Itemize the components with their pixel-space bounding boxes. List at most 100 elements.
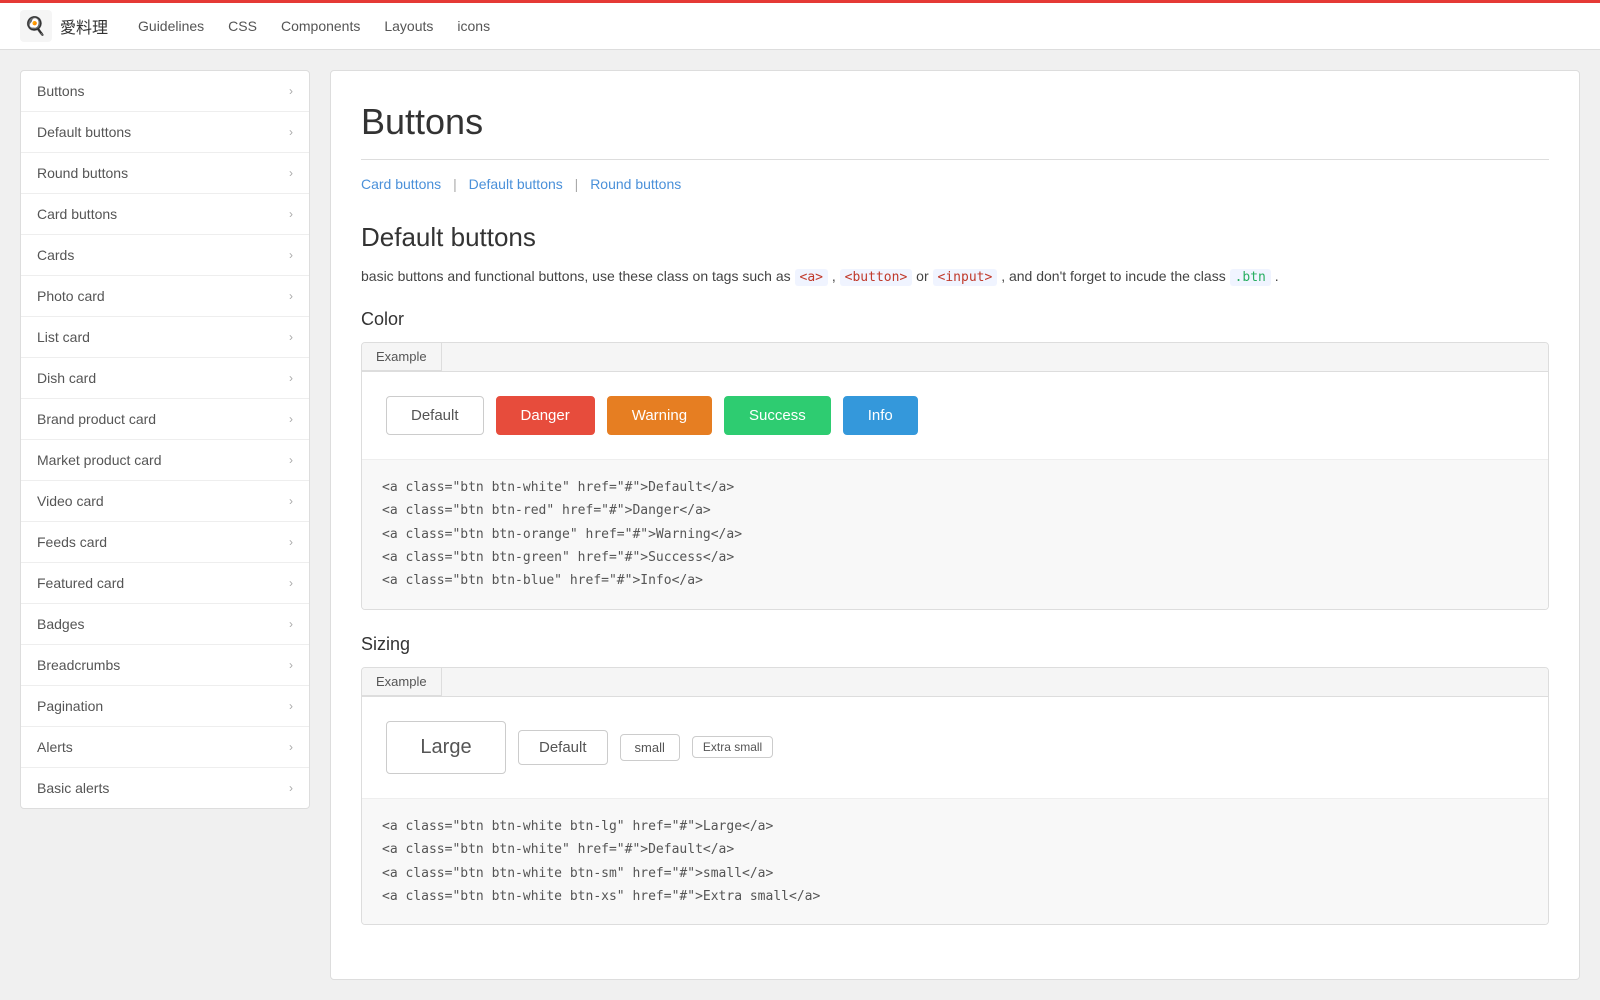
chevron-icon-3: › bbox=[289, 207, 293, 221]
chevron-icon-10: › bbox=[289, 494, 293, 508]
sidebar-label-list-card: List card bbox=[37, 329, 90, 345]
sidebar-label-featured-card: Featured card bbox=[37, 575, 124, 591]
chevron-icon-14: › bbox=[289, 658, 293, 672]
sidebar-label-badges: Badges bbox=[37, 616, 84, 632]
topnav: 🍳 愛料理 Guidelines CSS Components Layouts … bbox=[0, 0, 1600, 50]
sidebar-label-brand-product-card: Brand product card bbox=[37, 411, 156, 427]
chevron-icon-2: › bbox=[289, 166, 293, 180]
sidebar-item-default-buttons[interactable]: Default buttons › bbox=[21, 112, 309, 153]
nav-layouts[interactable]: Layouts bbox=[384, 18, 433, 34]
sidebar-item-market-product-card[interactable]: Market product card › bbox=[21, 440, 309, 481]
nav-css[interactable]: CSS bbox=[228, 18, 257, 34]
sidebar: Buttons › Default buttons › Round button… bbox=[20, 70, 310, 809]
color-heading: Color bbox=[361, 309, 1549, 330]
chevron-icon-4: › bbox=[289, 248, 293, 262]
color-example-tab-row: Example bbox=[362, 343, 1548, 372]
sidebar-item-dish-card[interactable]: Dish card › bbox=[21, 358, 309, 399]
desc-code-a: <a> bbox=[795, 269, 828, 286]
desc-text-1: basic buttons and functional buttons, us… bbox=[361, 268, 795, 284]
sizing-example-tab: Example bbox=[362, 668, 442, 696]
sidebar-item-cards[interactable]: Cards › bbox=[21, 235, 309, 276]
breadcrumb-links: Card buttons | Default buttons | Round b… bbox=[361, 176, 1549, 192]
logo-text: 愛料理 bbox=[60, 14, 108, 38]
btn-large[interactable]: Large bbox=[386, 721, 506, 774]
sizing-example-box: Example Large Default small Extra small … bbox=[361, 667, 1549, 926]
code-line-1: <a class="btn btn-red" href="#">Danger</… bbox=[382, 499, 1528, 522]
sidebar-label-basic-alerts: Basic alerts bbox=[37, 780, 109, 796]
sidebar-item-badges[interactable]: Badges › bbox=[21, 604, 309, 645]
nav-guidelines[interactable]: Guidelines bbox=[138, 18, 204, 34]
chevron-icon-6: › bbox=[289, 330, 293, 344]
sidebar-item-buttons[interactable]: Buttons › bbox=[21, 71, 309, 112]
desc-code-button: <button> bbox=[840, 269, 913, 286]
chevron-icon-5: › bbox=[289, 289, 293, 303]
code-line-2: <a class="btn btn-orange" href="#">Warni… bbox=[382, 523, 1528, 546]
chevron-icon-12: › bbox=[289, 576, 293, 590]
logo-icon: 🍳 bbox=[20, 10, 52, 42]
sidebar-item-breadcrumbs[interactable]: Breadcrumbs › bbox=[21, 645, 309, 686]
chevron-icon-11: › bbox=[289, 535, 293, 549]
breadcrumb-card-buttons[interactable]: Card buttons bbox=[361, 176, 441, 192]
sizing-example-tab-row: Example bbox=[362, 668, 1548, 697]
svg-text:🍳: 🍳 bbox=[24, 15, 46, 37]
sz-code-line-3: <a class="btn btn-white btn-xs" href="#"… bbox=[382, 885, 1528, 908]
breadcrumb-sep-2: | bbox=[575, 176, 579, 192]
sidebar-label-default-buttons: Default buttons bbox=[37, 124, 131, 140]
chevron-icon-9: › bbox=[289, 453, 293, 467]
sidebar-item-basic-alerts[interactable]: Basic alerts › bbox=[21, 768, 309, 808]
sidebar-item-list-card[interactable]: List card › bbox=[21, 317, 309, 358]
sidebar-item-feeds-card[interactable]: Feeds card › bbox=[21, 522, 309, 563]
page-title: Buttons bbox=[361, 101, 1549, 160]
btn-small[interactable]: small bbox=[620, 734, 680, 761]
sizing-example-code: <a class="btn btn-white btn-lg" href="#"… bbox=[362, 798, 1548, 925]
btn-danger[interactable]: Danger bbox=[496, 396, 595, 435]
btn-xsmall[interactable]: Extra small bbox=[692, 736, 773, 758]
sidebar-item-brand-product-card[interactable]: Brand product card › bbox=[21, 399, 309, 440]
sidebar-label-round-buttons: Round buttons bbox=[37, 165, 128, 181]
desc-code-class: .btn bbox=[1230, 269, 1271, 286]
breadcrumb-round-buttons[interactable]: Round buttons bbox=[590, 176, 681, 192]
sidebar-label-alerts: Alerts bbox=[37, 739, 73, 755]
color-example-box: Example Default Danger Warning Success I… bbox=[361, 342, 1549, 610]
sidebar-label-dish-card: Dish card bbox=[37, 370, 96, 386]
btn-default[interactable]: Default bbox=[386, 396, 484, 435]
sidebar-item-pagination[interactable]: Pagination › bbox=[21, 686, 309, 727]
desc-comma-1: , bbox=[828, 268, 840, 284]
sizing-heading: Sizing bbox=[361, 634, 1549, 655]
nav-components[interactable]: Components bbox=[281, 18, 360, 34]
btn-default-sz[interactable]: Default bbox=[518, 730, 608, 765]
code-line-3: <a class="btn btn-green" href="#">Succes… bbox=[382, 546, 1528, 569]
sidebar-item-round-buttons[interactable]: Round buttons › bbox=[21, 153, 309, 194]
breadcrumb-default-buttons[interactable]: Default buttons bbox=[469, 176, 563, 192]
sidebar-item-video-card[interactable]: Video card › bbox=[21, 481, 309, 522]
sizing-example-content: Large Default small Extra small bbox=[362, 697, 1548, 798]
desc-code-input: <input> bbox=[933, 269, 998, 286]
desc-period: . bbox=[1271, 268, 1279, 284]
topnav-links: Guidelines CSS Components Layouts icons bbox=[138, 18, 490, 34]
chevron-icon-1: › bbox=[289, 125, 293, 139]
nav-icons[interactable]: icons bbox=[457, 18, 490, 34]
sidebar-item-featured-card[interactable]: Featured card › bbox=[21, 563, 309, 604]
sz-code-line-2: <a class="btn btn-white btn-sm" href="#"… bbox=[382, 862, 1528, 885]
sidebar-item-card-buttons[interactable]: Card buttons › bbox=[21, 194, 309, 235]
color-example-tab: Example bbox=[362, 343, 442, 371]
chevron-icon-15: › bbox=[289, 699, 293, 713]
chevron-icon-7: › bbox=[289, 371, 293, 385]
code-line-4: <a class="btn btn-blue" href="#">Info</a… bbox=[382, 569, 1528, 592]
sidebar-label-card-buttons: Card buttons bbox=[37, 206, 117, 222]
sidebar-item-photo-card[interactable]: Photo card › bbox=[21, 276, 309, 317]
breadcrumb-sep-1: | bbox=[453, 176, 457, 192]
sz-code-line-0: <a class="btn btn-white btn-lg" href="#"… bbox=[382, 815, 1528, 838]
color-example-code: <a class="btn btn-white" href="#">Defaul… bbox=[362, 459, 1548, 609]
logo[interactable]: 🍳 愛料理 bbox=[20, 10, 108, 42]
btn-warning[interactable]: Warning bbox=[607, 396, 712, 435]
chevron-icon-8: › bbox=[289, 412, 293, 426]
btn-info[interactable]: Info bbox=[843, 396, 918, 435]
color-example-content: Default Danger Warning Success Info bbox=[362, 372, 1548, 459]
desc-or: or bbox=[912, 268, 932, 284]
sidebar-label-pagination: Pagination bbox=[37, 698, 103, 714]
sidebar-item-alerts[interactable]: Alerts › bbox=[21, 727, 309, 768]
sidebar-label-buttons: Buttons bbox=[37, 83, 84, 99]
btn-success[interactable]: Success bbox=[724, 396, 831, 435]
layout: Buttons › Default buttons › Round button… bbox=[0, 50, 1600, 1000]
